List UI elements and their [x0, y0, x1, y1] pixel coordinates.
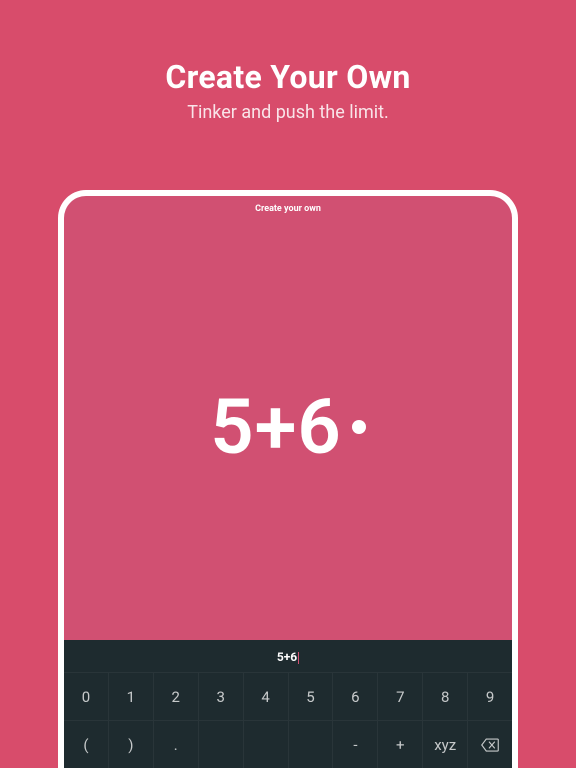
key-plus[interactable]: +	[378, 720, 423, 768]
caret	[298, 652, 299, 664]
key-backspace[interactable]	[468, 720, 512, 768]
key-7[interactable]: 7	[378, 672, 423, 720]
screen-title: Create your own	[64, 196, 512, 214]
key-minus[interactable]: -	[333, 720, 378, 768]
key-2[interactable]: 2	[154, 672, 199, 720]
promo-title: Create Your Own	[0, 58, 576, 96]
key-blank-2[interactable]	[244, 720, 289, 768]
key-1[interactable]: 1	[109, 672, 154, 720]
key-dot[interactable]: .	[154, 720, 199, 768]
key-row-digits: 0 1 2 3 4 5 6 7 8 9	[64, 672, 512, 720]
key-5[interactable]: 5	[289, 672, 334, 720]
key-close-paren[interactable]: )	[109, 720, 154, 768]
key-xyz[interactable]: xyz	[423, 720, 468, 768]
expression-cursor-dot	[352, 420, 366, 434]
device-frame: Create your own 5+6 5+6 0 1 2 3 4 5 6 7 …	[58, 190, 518, 768]
expression-text: 5+6	[210, 389, 366, 465]
promo-subtitle: Tinker and push the limit.	[0, 102, 576, 123]
key-blank-3[interactable]	[289, 720, 334, 768]
key-3[interactable]: 3	[199, 672, 244, 720]
promo-header: Create Your Own Tinker and push the limi…	[0, 0, 576, 123]
key-row-ops: ( ) . - + xyz	[64, 720, 512, 768]
device-screen: Create your own 5+6 5+6 0 1 2 3 4 5 6 7 …	[64, 196, 512, 768]
key-8[interactable]: 8	[423, 672, 468, 720]
key-6[interactable]: 6	[333, 672, 378, 720]
key-0[interactable]: 0	[64, 672, 109, 720]
keyboard-preview: 5+6	[64, 650, 512, 672]
key-open-paren[interactable]: (	[64, 720, 109, 768]
keyboard-panel: 5+6 0 1 2 3 4 5 6 7 8 9 ( ) . -	[64, 640, 512, 768]
keyboard-preview-text: 5+6	[277, 650, 297, 664]
expression-display: 5+6	[64, 214, 512, 640]
key-blank-1[interactable]	[199, 720, 244, 768]
expression-value: 5+6	[210, 389, 342, 465]
key-4[interactable]: 4	[244, 672, 289, 720]
key-9[interactable]: 9	[468, 672, 512, 720]
backspace-icon	[481, 738, 499, 752]
